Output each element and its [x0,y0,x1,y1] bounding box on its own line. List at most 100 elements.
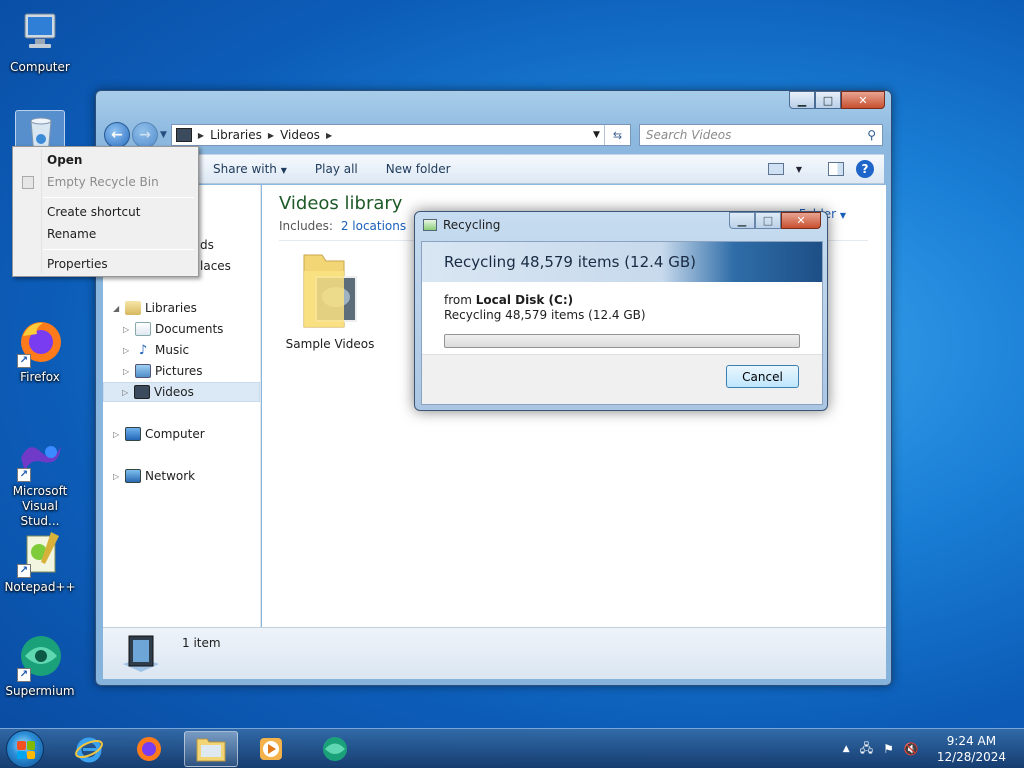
play-all-button[interactable]: Play all [301,162,372,176]
back-button[interactable]: ← [104,122,130,148]
system-tray: ▲ 🖧 ⚑ 🔇 9:24 AM 12/28/2024 [843,729,1006,768]
breadcrumb-separator-icon[interactable]: ▶ [268,131,274,140]
recycling-dialog[interactable]: Recycling ▁ □ ✕ Recycling 48,579 items (… [414,211,828,411]
cancel-button[interactable]: Cancel [726,365,799,388]
help-icon[interactable]: ? [856,160,874,178]
recent-pages-chevron-down-icon[interactable]: ▼ [160,130,167,140]
nav-item-music[interactable]: ▷ ♪ Music [123,340,189,360]
navigation-bar: ← → ▼ ▶ Libraries ▶ Videos ▶ ▼ ⇆ Search … [104,121,883,149]
nav-item-label: Documents [155,322,224,336]
share-with-button[interactable]: Share with ▼ [199,162,301,176]
network-icon[interactable]: 🖧 [860,739,873,760]
minimize-button[interactable]: ▁ [789,91,815,109]
action-center-flag-icon[interactable]: ⚑ [883,742,894,756]
desktop-icon-visual-studio[interactable]: ↗ Microsoft Visual Stud... [2,432,78,529]
breadcrumb-libraries[interactable]: Libraries [210,128,262,142]
collapsed-triangle-icon[interactable]: ▷ [123,367,131,376]
nav-item-label: Computer [145,427,205,441]
preview-pane-icon[interactable] [828,162,844,176]
desktop-icon-notepad-plus-plus[interactable]: ↗ Notepad++ [2,528,78,595]
nav-item-recent-places[interactable]: laces [200,256,231,276]
menu-item-empty-recycle-bin[interactable]: Empty Recycle Bin [47,173,159,191]
nav-item-label: Libraries [145,301,197,315]
pictures-icon [135,364,151,378]
includes-label: Includes: [279,219,333,233]
supermium-icon: ↗ [15,632,65,682]
menu-separator [43,249,194,250]
taskbar-internet-explorer[interactable] [62,731,116,767]
minimize-button[interactable]: ▁ [729,212,755,229]
maximize-button[interactable]: □ [815,91,841,109]
expanded-triangle-icon[interactable]: ◢ [113,304,121,313]
forward-button[interactable]: → [132,122,158,148]
collapsed-triangle-icon[interactable]: ▷ [123,346,131,355]
file-item-sample-videos[interactable]: Sample Videos [284,247,376,351]
folder-icon [196,738,226,762]
dialog-window-controls: ▁ □ ✕ [729,212,821,229]
dialog-titlebar: Recycling [423,218,500,232]
nav-item-downloads[interactable]: ds [200,235,214,255]
menu-item-properties[interactable]: Properties [47,255,108,273]
nav-item-label: Pictures [155,364,203,378]
collapsed-triangle-icon[interactable]: ▷ [123,325,131,334]
volume-muted-icon[interactable]: 🔇 [904,742,919,756]
nav-item-documents[interactable]: ▷ Documents [123,319,223,339]
nav-item-network[interactable]: ▷ Network [113,466,195,486]
refresh-icon[interactable]: ⇆ [603,125,630,145]
nav-item-pictures[interactable]: ▷ Pictures [123,361,203,381]
change-view-icon[interactable] [767,163,784,175]
source-location: from Local Disk (C:) [444,293,573,307]
menu-separator [43,197,194,198]
close-button[interactable]: ✕ [841,91,885,109]
taskbar: ▲ 🖧 ⚑ 🔇 9:24 AM 12/28/2024 [0,728,1024,768]
empty-recycle-bin-icon [22,176,34,189]
taskbar-firefox[interactable] [122,731,176,767]
collapsed-triangle-icon[interactable]: ▷ [122,388,130,397]
close-button[interactable]: ✕ [781,212,821,229]
shortcut-arrow-icon: ↗ [17,468,31,482]
dialog-footer: Cancel [422,354,822,404]
start-button[interactable] [6,730,44,768]
taskbar-supermium[interactable] [308,731,362,767]
firefox-icon [137,737,161,761]
libraries-icon [125,301,141,315]
search-input[interactable]: Search Videos ⚲ [638,124,883,146]
menu-item-rename[interactable]: Rename [47,225,96,243]
address-dropdown-icon[interactable]: ▼ [593,130,600,140]
desktop-icon-firefox[interactable]: ↗ Firefox [2,318,78,385]
nav-item-libraries[interactable]: ◢ Libraries [113,298,197,318]
clock[interactable]: 9:24 AM 12/28/2024 [937,733,1006,765]
taskbar-media-player[interactable] [244,731,298,767]
network-icon [125,469,141,483]
collapsed-triangle-icon[interactable]: ▷ [113,472,121,481]
breadcrumb-separator-icon[interactable]: ▶ [326,131,332,140]
desktop-icon-supermium[interactable]: ↗ Supermium [2,632,78,699]
menu-item-create-shortcut[interactable]: Create shortcut [47,203,140,221]
progress-bar [444,334,800,348]
taskbar-file-explorer[interactable] [184,731,238,767]
new-folder-button[interactable]: New folder [372,162,465,176]
breadcrumb-separator-icon[interactable]: ▶ [198,131,204,140]
clock-date: 12/28/2024 [936,750,1006,764]
nav-item-label: Music [155,343,190,357]
music-icon: ♪ [138,343,148,358]
nav-item-videos[interactable]: ▷ Videos [103,382,260,402]
desktop-icon-label: Firefox [20,370,60,384]
nav-item-label: Videos [154,385,194,399]
locations-link[interactable]: 2 locations [341,219,406,233]
search-icon[interactable]: ⚲ [867,128,876,142]
address-bar[interactable]: ▶ Libraries ▶ Videos ▶ ▼ ⇆ [170,124,631,146]
menu-item-open[interactable]: Open [47,151,82,169]
collapsed-triangle-icon[interactable]: ▷ [113,430,121,439]
nav-item-computer[interactable]: ▷ Computer [113,424,205,444]
maximize-button[interactable]: □ [755,212,781,229]
clock-time: 9:24 AM [946,734,997,748]
desktop-icon-computer[interactable]: Computer [2,8,78,75]
chevron-down-icon: ▼ [839,211,846,220]
view-options-chevron-down-icon[interactable]: ▼ [796,165,802,174]
from-label: from [444,293,472,307]
breadcrumb-videos[interactable]: Videos [280,128,320,142]
nav-item-label: ds [200,238,214,252]
share-with-label: Share with [213,162,277,176]
show-hidden-icons-icon[interactable]: ▲ [843,744,850,754]
